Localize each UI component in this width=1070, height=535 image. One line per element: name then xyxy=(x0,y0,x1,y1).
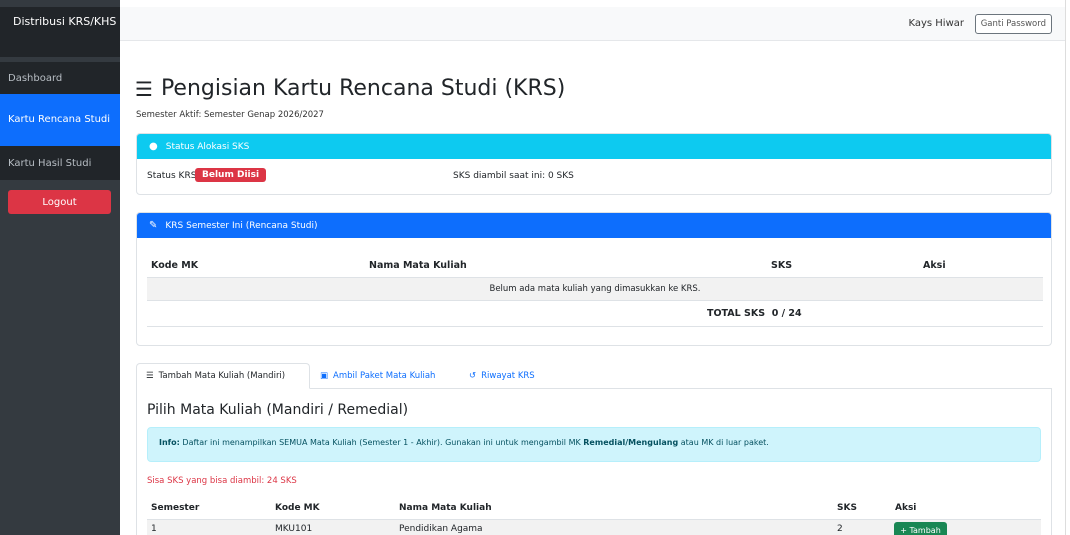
change-password-button[interactable]: Ganti Password xyxy=(974,14,1052,34)
krs-card: ✎ KRS Semester Ini (Rencana Studi) Kode … xyxy=(136,212,1052,346)
krs-card-header: ✎ KRS Semester Ini (Rencana Studi) xyxy=(137,213,1051,238)
info-label: Info: xyxy=(159,438,180,447)
row-kode: MKU101 xyxy=(275,524,313,534)
tab-label: Ambil Paket Mata Kuliah xyxy=(333,371,436,381)
tab-panel: Pilih Mata Kuliah (Mandiri / Remedial) I… xyxy=(136,388,1052,535)
tab-bar: ☰ Tambah Mata Kuliah (Mandiri) ▣ Ambil P… xyxy=(136,363,1052,389)
sidebar: Distribusi KRS/KHS Dashboard Kartu Renca… xyxy=(0,0,120,535)
sidebar-item-khs[interactable]: Kartu Hasil Studi xyxy=(0,146,120,180)
col-aksi: Aksi xyxy=(923,260,946,271)
sks-status-title: Status Alokasi SKS xyxy=(165,141,250,152)
boxes-icon: ▣ xyxy=(320,371,329,381)
krs-total-row: TOTAL SKS 0 / 24 xyxy=(147,300,1043,327)
remaining-sks: Sisa SKS yang bisa diambil: 24 SKS xyxy=(147,476,297,486)
row-sks: 2 xyxy=(837,524,843,534)
palette-icon: ● xyxy=(149,141,158,152)
checklist-icon: ☰ xyxy=(135,76,153,101)
krs-table-header: Kode MK Nama Mata Kuliah SKS Aksi xyxy=(147,260,1043,274)
status-badge: Belum Diisi xyxy=(195,168,267,182)
col-sks: SKS xyxy=(771,260,793,271)
info-text-end: atau MK di luar paket. xyxy=(678,438,769,447)
info-text: Daftar ini menampilkan SEMUA Mata Kuliah… xyxy=(179,438,584,447)
scrollbar-edge xyxy=(1065,0,1070,535)
panel-title: Pilih Mata Kuliah (Mandiri / Remedial) xyxy=(147,402,409,418)
tab-riwayat[interactable]: ↺ Riwayat KRS xyxy=(469,363,535,389)
col-kode-mk: Kode MK xyxy=(275,503,320,513)
logout-button[interactable]: Logout xyxy=(8,190,111,214)
col-nama-mk: Nama Mata Kuliah xyxy=(369,260,467,271)
sks-status-header: ● Status Alokasi SKS xyxy=(137,134,1051,159)
info-alert: Info: Daftar ini menampilkan SEMUA Mata … xyxy=(147,427,1041,462)
col-kode-mk: Kode MK xyxy=(151,260,199,271)
sidebar-item-krs[interactable]: Kartu Rencana Studi xyxy=(0,94,120,146)
row-semester: 1 xyxy=(151,524,157,534)
krs-empty-row: Belum ada mata kuliah yang dimasukkan ke… xyxy=(147,277,1043,300)
history-icon: ↺ xyxy=(469,371,477,381)
tab-tambah-mandiri[interactable]: ☰ Tambah Mata Kuliah (Mandiri) xyxy=(136,363,310,389)
page-title: ☰ Pengisian Kartu Rencana Studi (KRS) xyxy=(135,76,565,101)
sidebar-brand: Distribusi KRS/KHS xyxy=(0,7,120,57)
row-nama: Pendidikan Agama xyxy=(399,524,483,534)
sidebar-item-dashboard[interactable]: Dashboard xyxy=(0,62,120,94)
tab-label: Tambah Mata Kuliah (Mandiri) xyxy=(158,371,286,381)
krs-card-title: KRS Semester Ini (Rencana Studi) xyxy=(165,220,318,231)
col-nama-mk: Nama Mata Kuliah xyxy=(399,503,492,513)
user-name: Kays Hiwar xyxy=(908,18,964,29)
list-icon: ☰ xyxy=(146,371,154,381)
tab-label: Riwayat KRS xyxy=(481,371,535,381)
status-label: Status KRS: xyxy=(147,171,200,181)
add-course-button[interactable]: + Tambah xyxy=(894,522,947,535)
course-table-header: Semester Kode MK Nama Mata Kuliah SKS Ak… xyxy=(147,503,1041,517)
top-bar: Kays Hiwar Ganti Password xyxy=(120,7,1065,41)
pencil-icon: ✎ xyxy=(149,220,158,231)
tab-ambil-paket[interactable]: ▣ Ambil Paket Mata Kuliah xyxy=(320,363,435,389)
total-sks: TOTAL SKS 0 / 24 xyxy=(707,308,802,319)
page-title-text: Pengisian Kartu Rencana Studi (KRS) xyxy=(160,76,566,101)
sks-status-card: ● Status Alokasi SKS Status KRS: Belum D… xyxy=(136,133,1052,195)
info-highlight: Remedial/Mengulang xyxy=(583,438,679,447)
col-semester: Semester xyxy=(151,503,200,513)
sks-taken-text: SKS diambil saat ini: 0 SKS xyxy=(453,171,574,181)
table-row: 1 MKU101 Pendidikan Agama 2 + Tambah xyxy=(147,519,1041,535)
active-semester: Semester Aktif: Semester Genap 2026/2027 xyxy=(136,110,324,120)
total-label: TOTAL SKS xyxy=(707,308,766,319)
total-value: 0 / 24 xyxy=(771,308,802,319)
col-aksi: Aksi xyxy=(895,503,917,513)
col-sks: SKS xyxy=(837,503,857,513)
